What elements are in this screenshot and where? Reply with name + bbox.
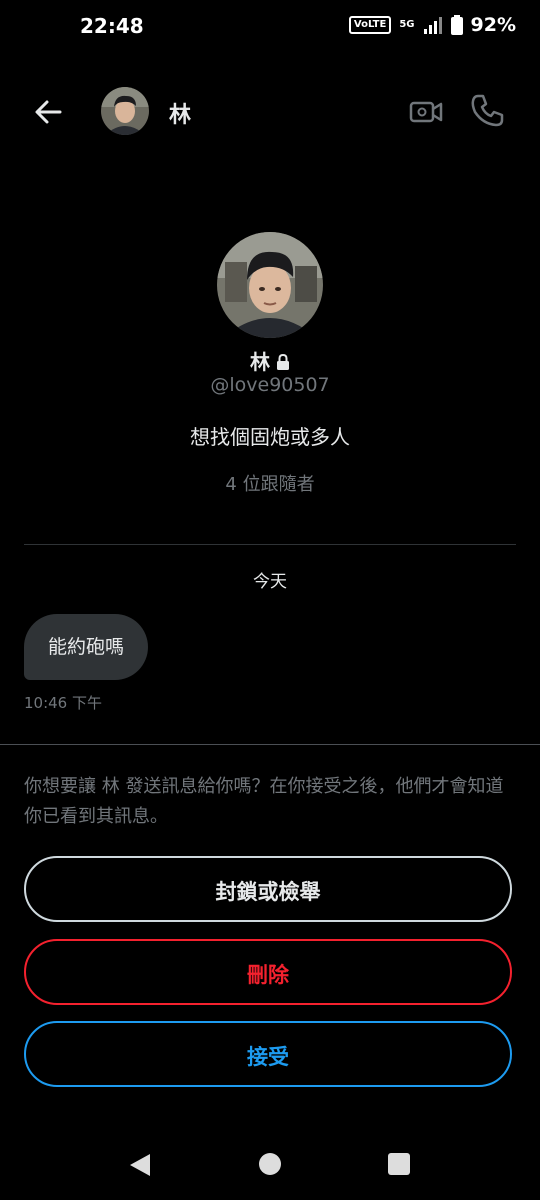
status-bar: 22:48 VoLTE 5G 92%: [0, 0, 540, 60]
profile-name: 林: [250, 350, 270, 374]
dm-request-screen: 22:48 VoLTE 5G 92% 林 林 @love90507 想找個固炮或…: [0, 0, 540, 1200]
status-time: 22:48: [80, 14, 144, 38]
lock-icon: [277, 354, 289, 370]
accept-button[interactable]: 接受: [24, 1021, 512, 1087]
system-nav-bar: [0, 1130, 540, 1200]
nav-back-icon[interactable]: [128, 1152, 152, 1178]
video-call-icon[interactable]: [408, 94, 444, 130]
signal-icon: [423, 17, 442, 34]
profile-bio: 想找個固炮或多人: [190, 425, 350, 449]
profile-handle: @love90507: [210, 374, 330, 396]
profile-followers[interactable]: 4 位跟隨者: [0, 470, 540, 496]
delete-button[interactable]: 刪除: [24, 939, 512, 1005]
volte-icon: VoLTE: [348, 16, 392, 34]
conversation-header: 林: [0, 80, 540, 144]
block-or-report-button[interactable]: 封鎖或檢舉: [24, 856, 512, 922]
profile-name-row: 林: [0, 346, 540, 375]
profile-avatar[interactable]: [217, 232, 323, 338]
status-icons: VoLTE 5G 92%: [348, 14, 516, 36]
battery-icon: [450, 15, 463, 35]
battery-percent: 92%: [470, 14, 516, 36]
request-divider: [0, 744, 540, 745]
day-label: 今天: [253, 572, 287, 592]
message-bubble[interactable]: 能約砲嗎: [24, 614, 149, 680]
phone-icon[interactable]: [468, 92, 506, 130]
network-5g-icon: 5G: [399, 19, 415, 30]
back-arrow-icon[interactable]: [28, 92, 68, 132]
divider: [24, 544, 516, 545]
nav-home-icon[interactable]: [259, 1153, 281, 1175]
request-prompt: 你想要讓 林 發送訊息給你嗎？在你接受之後，他們才會知道你已看到其訊息。: [24, 776, 504, 827]
header-avatar[interactable]: [101, 87, 149, 135]
message-timestamp: 10:46 下午: [24, 694, 102, 712]
header-name[interactable]: 林: [169, 97, 191, 129]
nav-recents-icon[interactable]: [388, 1153, 410, 1175]
